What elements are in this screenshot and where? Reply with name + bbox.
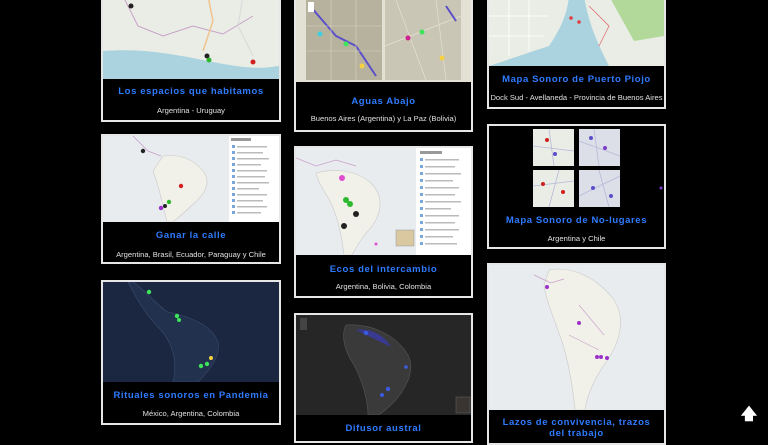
map-thumbnail[interactable] xyxy=(103,282,279,382)
map-thumbnail[interactable] xyxy=(489,126,664,210)
project-card-lazos-de-convivencia[interactable]: Lazos de convivencia, trazos del trabajo xyxy=(487,263,666,445)
card-title[interactable]: Aguas Abajo xyxy=(296,96,471,107)
arrow-up-icon: 🡅 xyxy=(740,406,758,423)
card-title[interactable]: Mapa Sonoro de Puerto Piojo xyxy=(489,74,664,85)
project-card-puerto-piojo[interactable]: Mapa Sonoro de Puerto Piojo Dock Sud - A… xyxy=(487,0,666,109)
card-subtitle: Argentina - Uruguay xyxy=(157,106,225,115)
project-card-ganar-la-calle[interactable]: Ganar la calle Argentina, Brasil, Ecuado… xyxy=(101,134,281,264)
card-title[interactable]: Ganar la calle xyxy=(103,230,279,241)
card-title[interactable]: Los espacios que habitamos xyxy=(103,86,279,97)
project-card-ecos-del-intercambio[interactable]: Ecos del intercambio Argentina, Bolivia,… xyxy=(294,146,473,298)
card-subtitle: Dock Sud - Avellaneda - Provincia de Bue… xyxy=(490,93,663,102)
card-subtitle: Argentina y Chile xyxy=(547,234,606,243)
map-thumbnail[interactable] xyxy=(103,136,279,222)
card-subtitle: México, Argentina, Colombia xyxy=(142,409,240,418)
card-subtitle: Buenos Aires (Argentina) y La Paz (Boliv… xyxy=(310,114,457,123)
map-thumbnail[interactable] xyxy=(103,0,279,79)
card-title[interactable]: Lazos de convivencia, trazos del trabajo xyxy=(489,417,664,439)
project-card-difusor-austral[interactable]: Difusor austral xyxy=(294,313,473,443)
map-thumbnail[interactable] xyxy=(296,148,471,255)
map-thumbnail[interactable] xyxy=(296,315,471,415)
map-thumbnail[interactable] xyxy=(489,0,664,66)
card-title[interactable]: Difusor austral xyxy=(296,423,471,434)
card-title[interactable]: Mapa Sonoro de No-lugares xyxy=(489,215,664,226)
map-thumbnail[interactable] xyxy=(296,0,471,82)
card-subtitle: Argentina, Bolivia, Colombia xyxy=(335,282,432,291)
map-thumbnail[interactable] xyxy=(489,265,664,410)
card-title[interactable]: Rituales sonoros en Pandemia xyxy=(103,390,279,401)
project-card-los-espacios[interactable]: Los espacios que habitamos Argentina - U… xyxy=(101,0,281,122)
project-card-rituales-sonoros[interactable]: Rituales sonoros en Pandemia México, Arg… xyxy=(101,280,281,425)
scroll-to-top-button[interactable]: 🡅 xyxy=(738,404,760,426)
card-title[interactable]: Ecos del intercambio xyxy=(296,264,471,275)
card-subtitle: Argentina, Brasil, Ecuador, Paraguay y C… xyxy=(116,250,266,259)
project-card-aguas-abajo[interactable]: Aguas Abajo Buenos Aires (Argentina) y L… xyxy=(294,0,473,132)
project-card-no-lugares[interactable]: Mapa Sonoro de No-lugares Argentina y Ch… xyxy=(487,124,666,249)
